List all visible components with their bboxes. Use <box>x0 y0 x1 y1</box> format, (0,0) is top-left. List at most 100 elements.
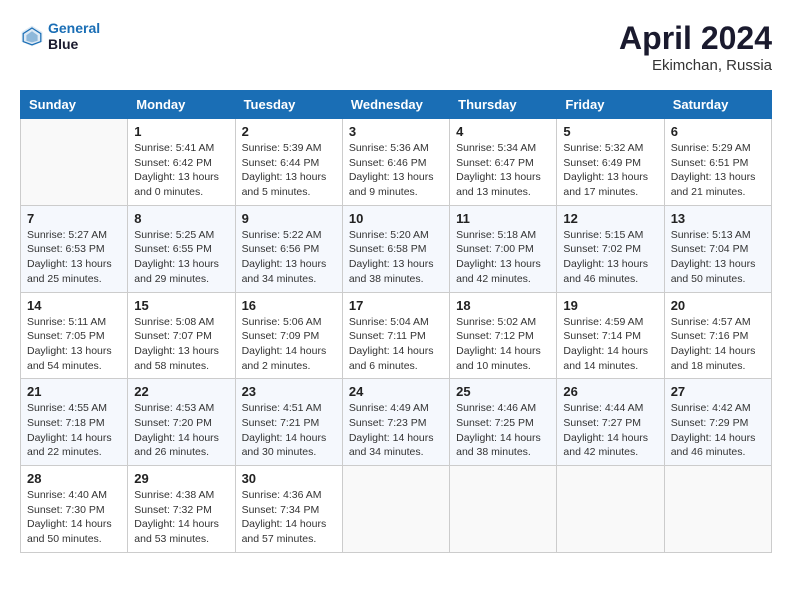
day-number: 20 <box>671 298 765 313</box>
day-number: 8 <box>134 211 228 226</box>
day-info: Sunrise: 5:22 AMSunset: 6:56 PMDaylight:… <box>242 228 336 287</box>
day-info: Sunrise: 5:04 AMSunset: 7:11 PMDaylight:… <box>349 315 443 374</box>
calendar-cell: 8 Sunrise: 5:25 AMSunset: 6:55 PMDaylight… <box>128 205 235 292</box>
day-info: Sunrise: 4:55 AMSunset: 7:18 PMDaylight:… <box>27 401 121 460</box>
day-number: 6 <box>671 124 765 139</box>
calendar-cell: 17Sunrise: 5:04 AMSunset: 7:11 PMDayligh… <box>342 292 449 379</box>
calendar-cell: 29Sunrise: 4:38 AMSunset: 7:32 PMDayligh… <box>128 466 235 553</box>
calendar-cell <box>557 466 664 553</box>
day-number: 11 <box>456 211 550 226</box>
day-info: Sunrise: 5:11 AMSunset: 7:05 PMDaylight:… <box>27 315 121 374</box>
day-info: Sunrise: 4:36 AMSunset: 7:34 PMDaylight:… <box>242 488 336 547</box>
logo-text: General Blue <box>48 20 100 52</box>
page-header: General Blue April 2024 Ekimchan, Russia <box>20 20 772 74</box>
calendar-cell: 4Sunrise: 5:34 AMSunset: 6:47 PMDaylight… <box>450 119 557 206</box>
day-number: 7 <box>27 211 121 226</box>
calendar-cell: 22 Sunrise: 4:53 AMSunset: 7:20 PMDayligh… <box>128 379 235 466</box>
day-number: 18 <box>456 298 550 313</box>
calendar-cell: 11 Sunrise: 5:18 AMSunset: 7:00 PMDayligh… <box>450 205 557 292</box>
day-info: Sunrise: 5:18 AMSunset: 7:00 PMDaylight:… <box>456 228 550 287</box>
calendar-cell: 9 Sunrise: 5:22 AMSunset: 6:56 PMDaylight… <box>235 205 342 292</box>
day-number: 13 <box>671 211 765 226</box>
day-info: Sunrise: 5:39 AMSunset: 6:44 PMDaylight:… <box>242 141 336 200</box>
day-info: Sunrise: 4:46 AMSunset: 7:25 PMDaylight:… <box>456 401 550 460</box>
calendar-cell: 6 Sunrise: 5:29 AMSunset: 6:51 PMDaylight… <box>664 119 771 206</box>
day-number: 19 <box>563 298 657 313</box>
day-info: Sunrise: 5:02 AMSunset: 7:12 PMDaylight:… <box>456 315 550 374</box>
calendar-cell: 27 Sunrise: 4:42 AMSunset: 7:29 PMDayligh… <box>664 379 771 466</box>
day-number: 26 <box>563 384 657 399</box>
day-number: 5 <box>563 124 657 139</box>
calendar-cell: 30 Sunrise: 4:36 AMSunset: 7:34 PMDayligh… <box>235 466 342 553</box>
day-info: Sunrise: 4:42 AMSunset: 7:29 PMDaylight:… <box>671 401 765 460</box>
calendar-table: SundayMondayTuesdayWednesdayThursdayFrid… <box>20 90 772 553</box>
calendar-cell: 5 Sunrise: 5:32 AMSunset: 6:49 PMDaylight… <box>557 119 664 206</box>
calendar-cell: 19 Sunrise: 4:59 AMSunset: 7:14 PMDayligh… <box>557 292 664 379</box>
day-number: 16 <box>242 298 336 313</box>
calendar-cell: 23 Sunrise: 4:51 AMSunset: 7:21 PMDayligh… <box>235 379 342 466</box>
day-number: 2 <box>242 124 336 139</box>
calendar-week-row: 7 Sunrise: 5:27 AMSunset: 6:53 PMDaylight… <box>21 205 772 292</box>
calendar-cell: 7 Sunrise: 5:27 AMSunset: 6:53 PMDaylight… <box>21 205 128 292</box>
location: Ekimchan, Russia <box>619 57 772 74</box>
calendar-cell: 10 Sunrise: 5:20 AMSunset: 6:58 PMDayligh… <box>342 205 449 292</box>
day-number: 30 <box>242 471 336 486</box>
day-number: 4 <box>456 124 550 139</box>
day-number: 27 <box>671 384 765 399</box>
day-number: 15 <box>134 298 228 313</box>
calendar-cell: 13Sunrise: 5:13 AMSunset: 7:04 PMDayligh… <box>664 205 771 292</box>
day-number: 24 <box>349 384 443 399</box>
calendar-cell: 12 Sunrise: 5:15 AMSunset: 7:02 PMDayligh… <box>557 205 664 292</box>
weekday-header-saturday: Saturday <box>664 91 771 119</box>
day-info: Sunrise: 5:27 AMSunset: 6:53 PMDaylight:… <box>27 228 121 287</box>
calendar-week-row: 21 Sunrise: 4:55 AMSunset: 7:18 PMDayligh… <box>21 379 772 466</box>
day-number: 10 <box>349 211 443 226</box>
weekday-header-wednesday: Wednesday <box>342 91 449 119</box>
calendar-cell: 28 Sunrise: 4:40 AMSunset: 7:30 PMDayligh… <box>21 466 128 553</box>
day-info: Sunrise: 5:29 AMSunset: 6:51 PMDaylight:… <box>671 141 765 200</box>
day-info: Sunrise: 4:40 AMSunset: 7:30 PMDaylight:… <box>27 488 121 547</box>
day-info: Sunrise: 5:20 AMSunset: 6:58 PMDaylight:… <box>349 228 443 287</box>
day-number: 22 <box>134 384 228 399</box>
day-info: Sunrise: 4:49 AMSunset: 7:23 PMDaylight:… <box>349 401 443 460</box>
day-number: 23 <box>242 384 336 399</box>
calendar-cell <box>664 466 771 553</box>
calendar-cell: 20 Sunrise: 4:57 AMSunset: 7:16 PMDayligh… <box>664 292 771 379</box>
day-number: 21 <box>27 384 121 399</box>
title-block: April 2024 Ekimchan, Russia <box>619 20 772 74</box>
day-info: Sunrise: 5:36 AMSunset: 6:46 PMDaylight:… <box>349 141 443 200</box>
calendar-cell: 1Sunrise: 5:41 AMSunset: 6:42 PMDaylight… <box>128 119 235 206</box>
day-number: 28 <box>27 471 121 486</box>
calendar-cell: 2 Sunrise: 5:39 AMSunset: 6:44 PMDaylight… <box>235 119 342 206</box>
calendar-week-row: 1Sunrise: 5:41 AMSunset: 6:42 PMDaylight… <box>21 119 772 206</box>
calendar-cell: 14 Sunrise: 5:11 AMSunset: 7:05 PMDayligh… <box>21 292 128 379</box>
day-info: Sunrise: 5:25 AMSunset: 6:55 PMDaylight:… <box>134 228 228 287</box>
calendar-cell <box>450 466 557 553</box>
day-info: Sunrise: 4:38 AMSunset: 7:32 PMDaylight:… <box>134 488 228 547</box>
month-year: April 2024 <box>619 20 772 57</box>
logo-icon <box>20 24 44 48</box>
day-info: Sunrise: 5:15 AMSunset: 7:02 PMDaylight:… <box>563 228 657 287</box>
logo: General Blue <box>20 20 100 52</box>
calendar-cell: 21 Sunrise: 4:55 AMSunset: 7:18 PMDayligh… <box>21 379 128 466</box>
day-info: Sunrise: 4:57 AMSunset: 7:16 PMDaylight:… <box>671 315 765 374</box>
day-info: Sunrise: 5:41 AMSunset: 6:42 PMDaylight:… <box>134 141 228 200</box>
day-info: Sunrise: 4:59 AMSunset: 7:14 PMDaylight:… <box>563 315 657 374</box>
weekday-header-tuesday: Tuesday <box>235 91 342 119</box>
day-number: 9 <box>242 211 336 226</box>
calendar-cell: 18 Sunrise: 5:02 AMSunset: 7:12 PMDayligh… <box>450 292 557 379</box>
day-info: Sunrise: 4:53 AMSunset: 7:20 PMDaylight:… <box>134 401 228 460</box>
day-info: Sunrise: 4:51 AMSunset: 7:21 PMDaylight:… <box>242 401 336 460</box>
calendar-cell: 15Sunrise: 5:08 AMSunset: 7:07 PMDayligh… <box>128 292 235 379</box>
calendar-cell: 25Sunrise: 4:46 AMSunset: 7:25 PMDayligh… <box>450 379 557 466</box>
day-info: Sunrise: 5:06 AMSunset: 7:09 PMDaylight:… <box>242 315 336 374</box>
day-number: 12 <box>563 211 657 226</box>
day-info: Sunrise: 4:44 AMSunset: 7:27 PMDaylight:… <box>563 401 657 460</box>
day-info: Sunrise: 5:32 AMSunset: 6:49 PMDaylight:… <box>563 141 657 200</box>
weekday-header-thursday: Thursday <box>450 91 557 119</box>
weekday-header-row: SundayMondayTuesdayWednesdayThursdayFrid… <box>21 91 772 119</box>
calendar-cell: 26 Sunrise: 4:44 AMSunset: 7:27 PMDayligh… <box>557 379 664 466</box>
day-number: 14 <box>27 298 121 313</box>
calendar-cell <box>342 466 449 553</box>
day-number: 3 <box>349 124 443 139</box>
